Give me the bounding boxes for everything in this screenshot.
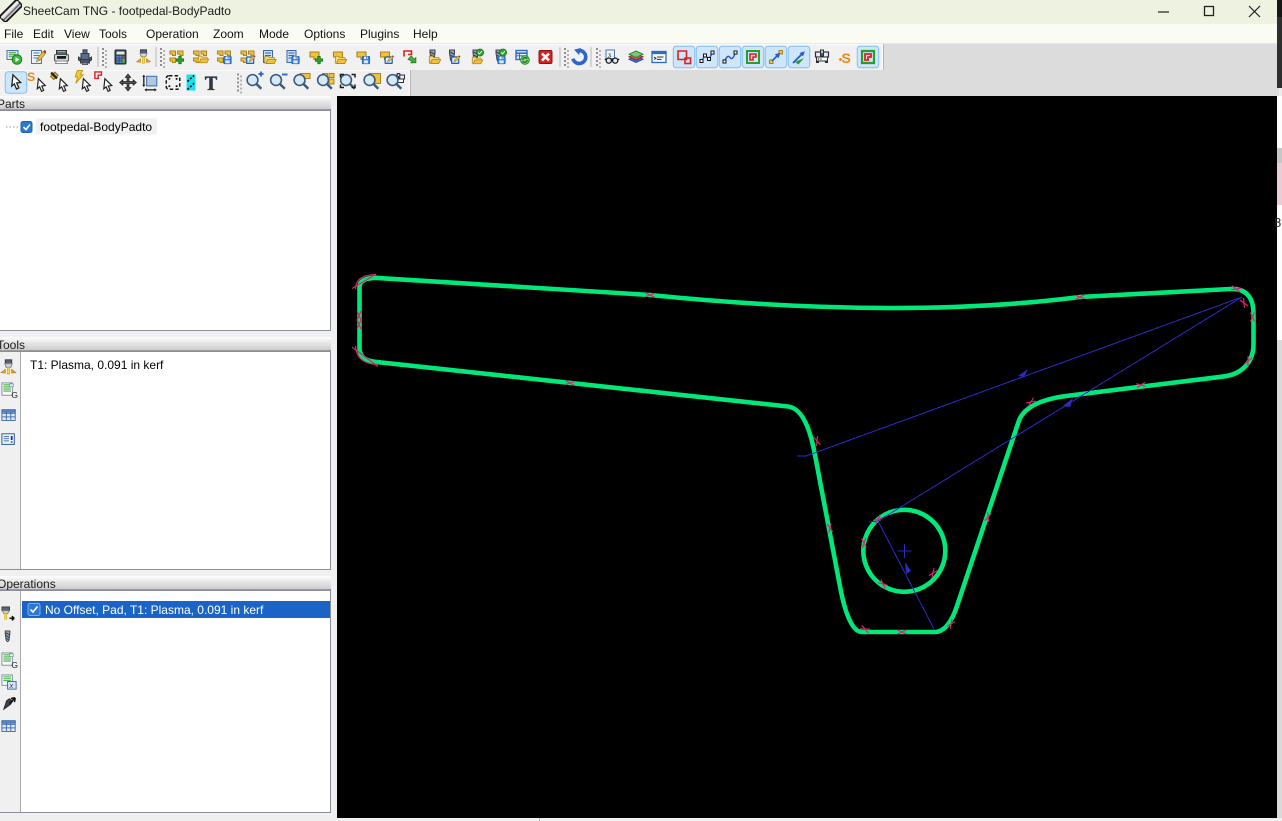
svg-text:footpedal-BodyPadto: footpedal-BodyPadto — [40, 120, 152, 134]
